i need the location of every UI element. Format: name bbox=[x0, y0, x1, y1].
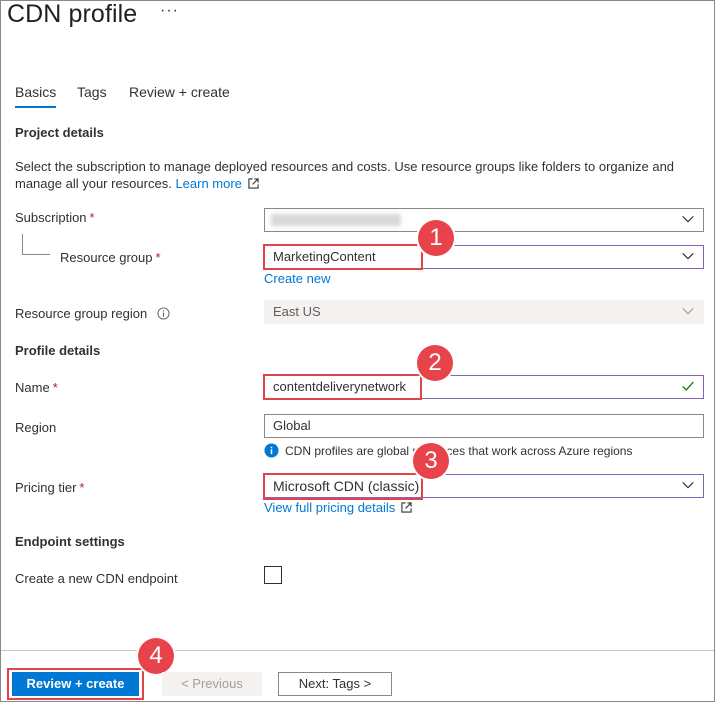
region-info-text: CDN profiles are global resources that w… bbox=[285, 444, 633, 458]
window-frame bbox=[0, 0, 715, 702]
pricing-tier-label-text: Pricing tier bbox=[15, 480, 77, 495]
chevron-down-icon bbox=[682, 252, 694, 260]
tab-review-create[interactable]: Review + create bbox=[129, 84, 230, 106]
learn-more-label: Learn more bbox=[175, 176, 242, 191]
callout-badge-4: 4 bbox=[138, 638, 174, 674]
subscription-value-redacted bbox=[271, 214, 401, 226]
resource-group-region-select: East US bbox=[264, 300, 704, 324]
project-description: Select the subscription to manage deploy… bbox=[15, 158, 705, 192]
view-pricing-label: View full pricing details bbox=[264, 500, 396, 515]
name-label: Name * bbox=[15, 380, 58, 395]
learn-more-link[interactable]: Learn more bbox=[175, 176, 259, 191]
pricing-tier-select[interactable]: Microsoft CDN (classic) bbox=[264, 474, 704, 498]
region-label: Region bbox=[15, 420, 57, 435]
resource-group-select[interactable]: MarketingContent bbox=[264, 245, 704, 269]
more-options-button[interactable]: ··· bbox=[160, 2, 179, 20]
resource-group-label: Resource group * bbox=[60, 250, 161, 265]
required-mark: * bbox=[89, 210, 95, 225]
resource-group-region-label: Resource group region bbox=[15, 306, 170, 321]
view-pricing-link[interactable]: View full pricing details bbox=[264, 500, 412, 515]
name-value: contentdeliverynetwork bbox=[273, 379, 406, 394]
name-label-text: Name bbox=[15, 380, 50, 395]
resource-group-region-value: East US bbox=[273, 304, 321, 319]
required-mark: * bbox=[79, 480, 85, 495]
callout-badge-3: 3 bbox=[413, 443, 449, 479]
profile-details-heading: Profile details bbox=[15, 343, 101, 358]
info-filled-icon bbox=[264, 443, 279, 458]
next-tags-button[interactable]: Next: Tags > bbox=[278, 672, 392, 696]
chevron-down-icon bbox=[682, 307, 694, 315]
name-input[interactable]: contentdeliverynetwork bbox=[264, 375, 704, 399]
required-mark: * bbox=[155, 250, 161, 265]
tab-tags[interactable]: Tags bbox=[77, 84, 107, 106]
create-endpoint-label: Create a new CDN endpoint bbox=[15, 571, 178, 586]
chevron-down-icon bbox=[682, 481, 694, 489]
subscription-label: Subscription * bbox=[15, 210, 95, 225]
subscription-label-text: Subscription bbox=[15, 210, 87, 225]
pricing-tier-label: Pricing tier * bbox=[15, 480, 84, 495]
project-details-heading: Project details bbox=[15, 125, 104, 140]
region-input[interactable]: Global bbox=[264, 414, 704, 438]
region-value: Global bbox=[273, 418, 311, 433]
project-description-text: Select the subscription to manage deploy… bbox=[15, 159, 675, 191]
external-link-icon bbox=[247, 178, 259, 189]
external-link-icon bbox=[401, 502, 412, 513]
resource-group-value: MarketingContent bbox=[273, 249, 376, 264]
callout-badge-2: 2 bbox=[417, 345, 453, 381]
checkmark-icon bbox=[682, 381, 694, 391]
info-icon[interactable] bbox=[157, 307, 170, 320]
footer-divider bbox=[1, 650, 714, 651]
tree-connector bbox=[22, 234, 23, 254]
endpoint-settings-heading: Endpoint settings bbox=[15, 534, 125, 549]
subscription-select[interactable] bbox=[264, 208, 704, 232]
required-mark: * bbox=[52, 380, 58, 395]
tree-connector-h bbox=[22, 254, 50, 255]
review-create-button[interactable]: Review + create bbox=[12, 672, 139, 696]
resource-group-region-label-text: Resource group region bbox=[15, 306, 148, 321]
resource-group-label-text: Resource group bbox=[60, 250, 153, 265]
pricing-tier-value: Microsoft CDN (classic) bbox=[273, 478, 420, 494]
tab-basics[interactable]: Basics bbox=[15, 84, 57, 108]
create-new-link[interactable]: Create new bbox=[264, 271, 330, 286]
previous-button[interactable]: < Previous bbox=[162, 672, 262, 696]
page-title: CDN profile bbox=[7, 0, 138, 28]
create-endpoint-checkbox[interactable] bbox=[264, 566, 282, 584]
callout-badge-1: 1 bbox=[418, 220, 454, 256]
chevron-down-icon bbox=[682, 215, 694, 223]
